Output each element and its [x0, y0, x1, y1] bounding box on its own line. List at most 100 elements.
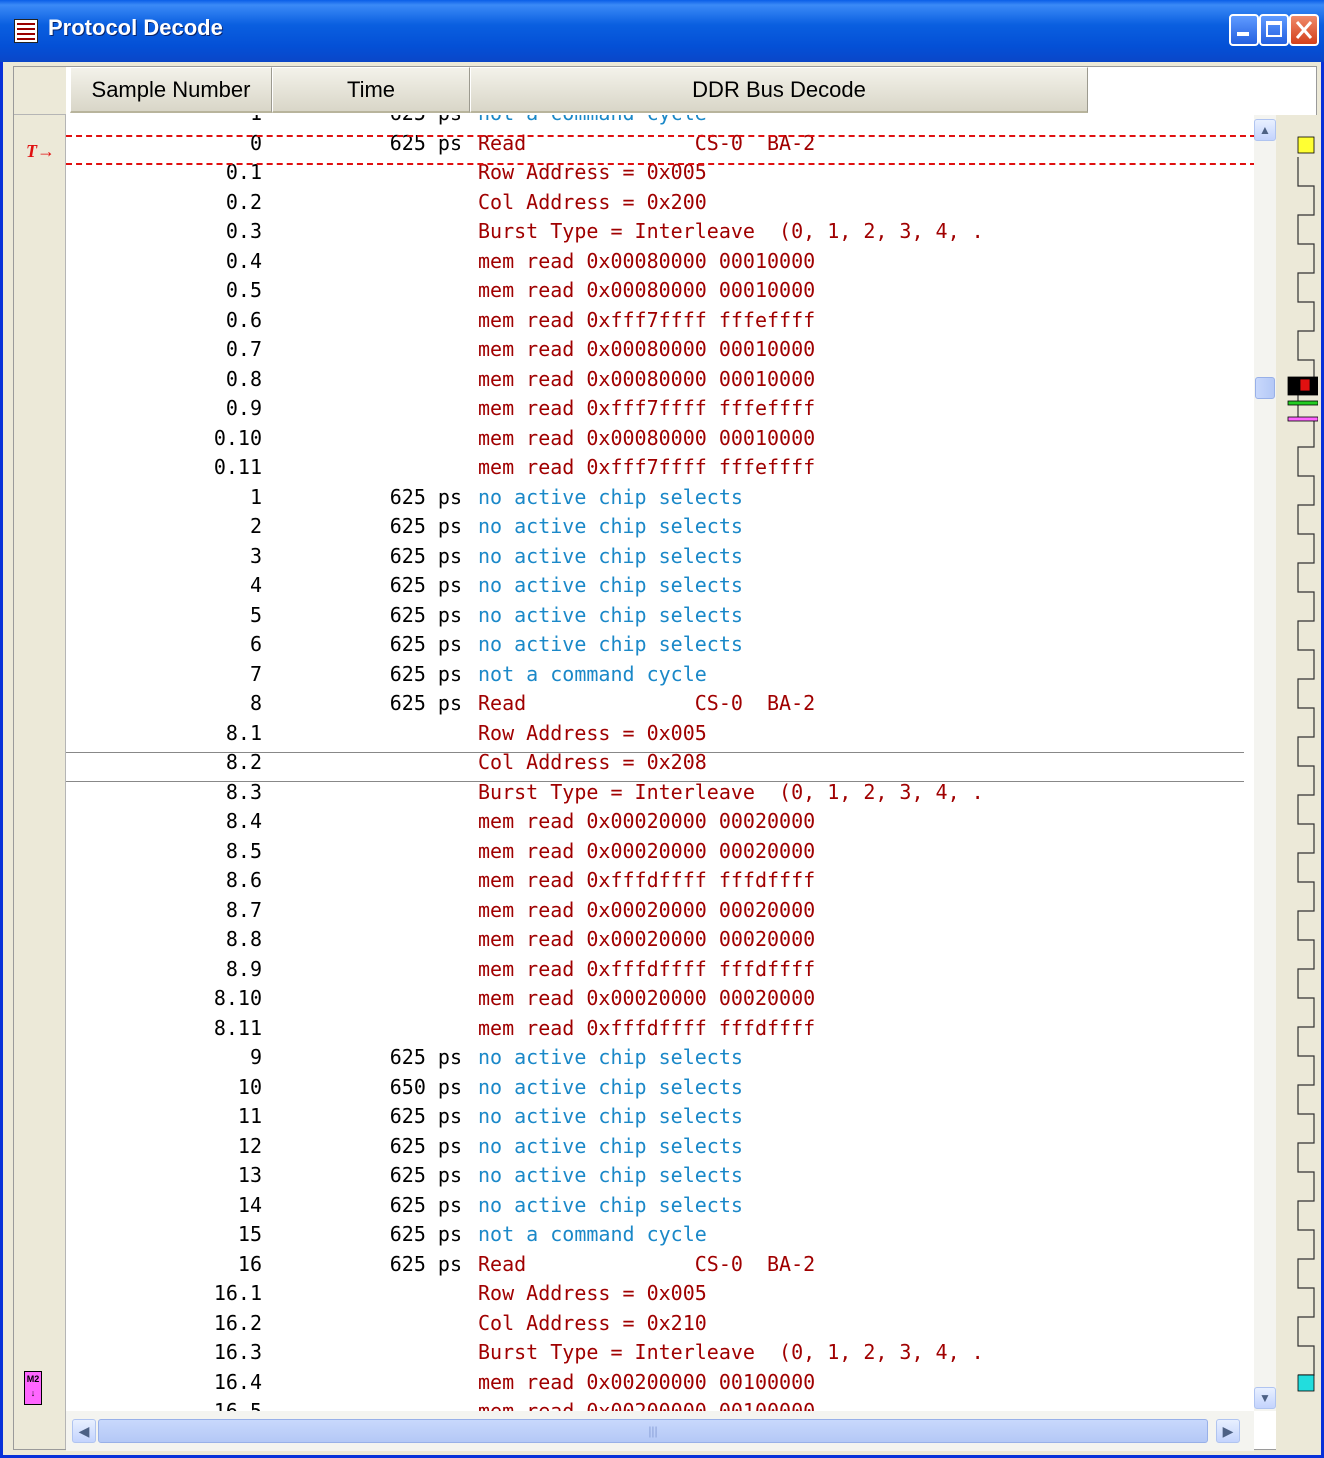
resize-grip-icon[interactable] — [1276, 1411, 1318, 1451]
table-row[interactable]: 16.1 Row Address = 0x005 — [66, 1279, 1254, 1309]
table-row[interactable]: 16.4 mem read 0x00200000 00100000 — [66, 1368, 1254, 1398]
column-header-sample-number[interactable]: Sample Number — [70, 67, 272, 113]
table-row[interactable]: 11 625 ps no active chip selects — [66, 1102, 1254, 1132]
time-cell: 625 ps — [389, 602, 462, 627]
decode-cell: Burst Type = Interleave (0, 1, 2, 3, 4, … — [478, 1340, 984, 1364]
table-row[interactable]: 0.2 Col Address = 0x200 — [66, 188, 1254, 218]
sample-number-cell: 4 — [249, 573, 262, 597]
table-row[interactable]: 5 625 ps no active chip selects — [66, 601, 1254, 631]
time-cell: 625 ps — [389, 661, 462, 686]
table-row[interactable]: 8.9 mem read 0xfffdffff fffdffff — [66, 955, 1254, 985]
decode-cell: mem read 0x00080000 00010000 — [478, 425, 816, 450]
vertical-scroll-thumb[interactable] — [1255, 377, 1275, 399]
table-row[interactable]: 8.6 mem read 0xfffdffff fffdffff — [66, 866, 1254, 896]
table-row[interactable]: 8 625 ps Read CS-0 BA-2 — [66, 689, 1254, 719]
sample-number-cell: 0.10 — [213, 425, 262, 450]
decode-cell: no active chip selects — [478, 602, 743, 627]
overview-cursor-magenta[interactable] — [1287, 416, 1319, 422]
sample-number-cell: -1 — [66, 115, 262, 129]
sample-number-cell: 8.10 — [213, 986, 262, 1010]
decode-cell: mem read 0x00020000 00020000 — [478, 809, 816, 833]
sample-number-cell: 0.11 — [213, 455, 262, 479]
sample-number-cell: 14 — [237, 1192, 262, 1217]
time-cell: 625 ps — [389, 1045, 462, 1069]
maximize-button[interactable] — [1259, 14, 1289, 46]
down-arrow-icon[interactable]: ▼ — [1254, 1387, 1276, 1409]
decode-cell: mem read 0xfffdffff fffdffff — [478, 956, 816, 981]
decode-cell: not a command cycle — [478, 115, 707, 129]
overview-start-icon[interactable] — [1297, 136, 1315, 154]
time-cell: 625 ps — [389, 484, 462, 509]
table-row[interactable]: 8.8 mem read 0x00020000 00020000 — [66, 925, 1254, 955]
decode-cell: no active chip selects — [478, 1192, 743, 1217]
table-row[interactable]: 0.4 mem read 0x00080000 00010000 — [66, 247, 1254, 277]
right-arrow-icon[interactable]: ▶ — [1216, 1419, 1240, 1443]
table-row[interactable]: 6 625 ps no active chip selects — [66, 630, 1254, 660]
table-row[interactable]: 7 625 ps not a command cycle — [66, 660, 1254, 690]
table-row[interactable]: 0.8 mem read 0x00080000 00010000 — [66, 365, 1254, 395]
decode-cell: no active chip selects — [478, 573, 743, 597]
table-row[interactable]: 0.3 Burst Type = Interleave (0, 1, 2, 3, … — [66, 217, 1254, 247]
table-row[interactable]: 8.1 Row Address = 0x005 — [66, 719, 1254, 749]
horizontal-scroll-thumb[interactable]: ||| — [98, 1419, 1208, 1443]
table-row[interactable]: 0.6 mem read 0xfff7ffff fffeffff — [66, 306, 1254, 336]
decode-cell: mem read 0x00080000 00010000 — [478, 278, 816, 302]
decode-cell: Row Address = 0x005 — [478, 1281, 707, 1305]
decode-cell: mem read 0xfffdffff fffdffff — [478, 868, 816, 892]
time-cell: 625 ps — [389, 1104, 462, 1128]
table-row[interactable]: 10 650 ps no active chip selects — [66, 1073, 1254, 1103]
window-title: Protocol Decode — [48, 15, 223, 40]
table-row[interactable]: 3 625 ps no active chip selects — [66, 542, 1254, 572]
table-row[interactable]: 0.7 mem read 0x00080000 00010000 — [66, 335, 1254, 365]
table-row[interactable]: 12 625 ps no active chip selects — [66, 1132, 1254, 1162]
table-row[interactable]: 0.11 mem read 0xfff7ffff fffeffff — [66, 453, 1254, 483]
table-row[interactable]: 0.9 mem read 0xfff7ffff fffeffff — [66, 394, 1254, 424]
table-row[interactable]: 1 625 ps no active chip selects — [66, 483, 1254, 513]
table-row[interactable]: 8.10 mem read 0x00020000 00020000 — [66, 984, 1254, 1014]
up-arrow-icon[interactable]: ▲ — [1254, 119, 1276, 141]
table-row[interactable]: 4 625 ps no active chip selects — [66, 571, 1254, 601]
overview-trigger-marker-icon[interactable] — [1299, 378, 1311, 392]
table-row[interactable]: 16.2 Col Address = 0x210 — [66, 1309, 1254, 1339]
column-header: Sample Number Time DDR Bus Decode — [66, 67, 1254, 116]
table-row[interactable]: 0.10 mem read 0x00080000 00010000 — [66, 424, 1254, 454]
table-row[interactable]: 13 625 ps no active chip selects — [66, 1161, 1254, 1191]
trigger-marker[interactable]: T→ — [26, 141, 55, 162]
waveform-overview[interactable] — [1276, 115, 1319, 1411]
close-button[interactable] — [1289, 14, 1319, 46]
left-arrow-icon[interactable]: ◀ — [72, 1419, 96, 1443]
table-row[interactable]: 0.5 mem read 0x00080000 00010000 — [66, 276, 1254, 306]
overview-end-icon[interactable] — [1297, 1374, 1315, 1392]
table-row[interactable]: 15 625 ps not a command cycle — [66, 1220, 1254, 1250]
table-row[interactable]: 16 625 ps Read CS-0 BA-2 — [66, 1250, 1254, 1280]
table-row[interactable]: 8.11 mem read 0xfffdffff fffdffff — [66, 1014, 1254, 1044]
table-row[interactable]: 0 625 ps Read CS-0 BA-2 — [66, 129, 1254, 159]
decode-cell: not a command cycle — [478, 1222, 707, 1246]
table-row[interactable]: 8.4 mem read 0x00020000 00020000 — [66, 807, 1254, 837]
sample-number-cell: 8.9 — [225, 956, 262, 981]
decode-rows[interactable]: -1 625 ps not a command cycle 0 625 ps Read C… — [66, 115, 1254, 1411]
sample-number-cell: 16.1 — [213, 1281, 262, 1305]
minimize-button[interactable] — [1229, 14, 1259, 46]
table-row[interactable]: 8.7 mem read 0x00020000 00020000 — [66, 896, 1254, 926]
m2-marker[interactable]: M2 ↓ — [24, 1371, 42, 1405]
decode-cell: mem read 0xfff7ffff fffeffff — [478, 455, 816, 479]
sample-number-cell: 8.7 — [225, 897, 262, 922]
marker-gutter[interactable] — [14, 67, 66, 1449]
sample-number-cell: 1 — [249, 484, 262, 509]
title-bar[interactable]: Protocol Decode — [0, 0, 1324, 62]
table-row[interactable]: 2 625 ps no active chip selects — [66, 512, 1254, 542]
overview-cursor-green[interactable] — [1287, 400, 1319, 406]
table-row[interactable]: -1 625 ps not a command cycle — [66, 115, 1254, 129]
table-row[interactable]: 8.5 mem read 0x00020000 00020000 — [66, 837, 1254, 867]
sample-number-cell: 5 — [249, 602, 262, 627]
maximize-icon — [1266, 21, 1282, 37]
table-row[interactable]: 9 625 ps no active chip selects — [66, 1043, 1254, 1073]
column-header-time[interactable]: Time — [272, 67, 470, 113]
horizontal-scrollbar[interactable]: ◀ ||| ▶ — [66, 1411, 1254, 1451]
vertical-scrollbar[interactable]: ▲ ▼ — [1254, 115, 1276, 1411]
table-row[interactable]: 14 625 ps no active chip selects — [66, 1191, 1254, 1221]
table-row[interactable]: 16.3 Burst Type = Interleave (0, 1, 2, 3,… — [66, 1338, 1254, 1368]
column-header-ddr-bus-decode[interactable]: DDR Bus Decode — [470, 67, 1088, 113]
table-row[interactable]: 16.5 mem read 0x00200000 00100000 — [66, 1397, 1254, 1411]
